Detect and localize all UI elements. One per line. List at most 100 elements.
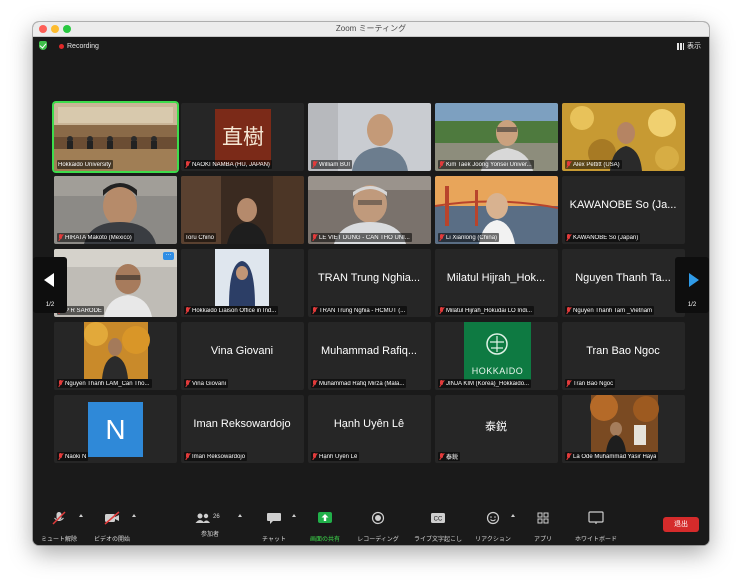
mic-muted-icon xyxy=(566,161,571,168)
page-indicator: 1/2 xyxy=(45,302,55,308)
mic-muted-icon xyxy=(312,161,317,168)
participant-tile[interactable]: … P R SARODE xyxy=(54,249,177,317)
grid-view-icon xyxy=(677,42,684,50)
participant-tile[interactable]: William BUI xyxy=(308,103,431,171)
chat-button[interactable]: チャット xyxy=(259,511,289,543)
participant-name-label: Naoki N xyxy=(57,452,89,461)
participant-tile[interactable]: LE VIET DUNG - CAN THO UNI... xyxy=(308,176,431,244)
previous-page-button[interactable]: 1/2 xyxy=(33,257,67,313)
participants-button[interactable]: 26 参加者 xyxy=(193,511,227,538)
participant-name-label: TRAN Trung Nghia - HCMUT (... xyxy=(311,306,408,315)
participant-display-name: Nguyen Thanh Ta... xyxy=(575,272,671,284)
participant-tile[interactable]: Vina Giovani Vina Giovani xyxy=(181,322,304,390)
video-options-caret[interactable] xyxy=(132,514,136,517)
reactions-button[interactable]: リアクション xyxy=(473,511,513,543)
mic-muted-icon xyxy=(439,380,444,387)
mic-muted-icon xyxy=(312,453,317,460)
participant-tile[interactable]: Li Xianlong (China) xyxy=(435,176,558,244)
video-off-icon xyxy=(104,511,120,525)
next-page-button[interactable]: 1/2 xyxy=(675,257,709,313)
participant-name-label: Toru Chino xyxy=(184,233,217,242)
participant-name-label: Hokkaido University xyxy=(57,160,114,169)
logo-text: HOKKAIDO xyxy=(471,366,524,376)
page-indicator: 1/2 xyxy=(687,302,697,308)
participant-tile[interactable]: Tran Bao Ngoc Tran Bao Ngoc xyxy=(562,322,685,390)
participant-tile[interactable]: Nguyen Thanh LAM_Can Tho... xyxy=(54,322,177,390)
mic-muted-icon xyxy=(185,161,190,168)
participant-tile[interactable]: HOKKAIDO JINJA KIM (Korea)_Hokkaido... xyxy=(435,322,558,390)
participant-display-name: Hạnh Uyên Lê xyxy=(333,418,405,430)
participant-tile[interactable]: La Ode Muhammad Yasir Haya xyxy=(562,395,685,463)
participant-display-name: Tran Bao Ngoc xyxy=(586,345,660,357)
chat-icon xyxy=(267,513,281,524)
participant-tile[interactable]: Alex Pettitt (USA) xyxy=(562,103,685,171)
mic-muted-icon xyxy=(439,234,444,241)
mic-muted-icon xyxy=(566,380,571,387)
participant-tile[interactable]: TRAN Trung Nghia... TRAN Trung Nghia - H… xyxy=(308,249,431,317)
participant-tile[interactable]: Toru Chino xyxy=(181,176,304,244)
avatar: N xyxy=(88,402,143,457)
participant-tile[interactable]: N Naoki N xyxy=(54,395,177,463)
chat-options-caret[interactable] xyxy=(292,514,296,517)
participant-display-name: Iman Reksowardojo xyxy=(193,418,291,430)
whiteboard-button[interactable]: ホワイトボード xyxy=(571,511,621,543)
recording-dot-icon xyxy=(59,43,64,49)
view-button[interactable]: 表示 xyxy=(677,41,701,51)
participants-options-caret[interactable] xyxy=(238,514,242,517)
share-screen-icon xyxy=(318,512,332,523)
participant-name-label: Nguyen Thanh Tam _Vietnam xyxy=(565,306,655,315)
participant-name-label: KAWANOBE So (Japan) xyxy=(565,233,641,242)
zoom-window: Zoom ミーティング Recording 表示 Hokkaido Univer… xyxy=(33,22,709,545)
mic-muted-icon xyxy=(439,161,444,168)
arrow-right-icon xyxy=(689,273,699,287)
mute-button[interactable]: ミュート解除 xyxy=(39,511,79,543)
participant-name-label: Li Xianlong (China) xyxy=(438,233,500,242)
participant-tile[interactable]: Nguyen Thanh Ta... Nguyen Thanh Tam _Vie… xyxy=(562,249,685,317)
share-screen-button[interactable]: 画面の共有 xyxy=(305,511,345,543)
participant-tile[interactable]: Iman Reksowardojo Iman Reksowardojo xyxy=(181,395,304,463)
mic-muted-icon xyxy=(58,380,63,387)
mic-muted-icon xyxy=(185,453,190,460)
participant-name-label: NAOKI NAMBA (HU, JAPAN) xyxy=(184,160,272,169)
participant-display-name: Milatul Hijrah_Hok... xyxy=(446,272,546,284)
participant-tile[interactable]: Hokkaido Liaison Office in Ind... xyxy=(181,249,304,317)
mute-options-caret[interactable] xyxy=(79,514,83,517)
participant-tile[interactable]: Hạnh Uyên Lê Hạnh Uyên Lê xyxy=(308,395,431,463)
participant-name-label: Muhammad Rafiq Mirza (Mala... xyxy=(311,379,407,388)
mic-muted-icon xyxy=(185,380,190,387)
start-video-button[interactable]: ビデオの開始 xyxy=(91,511,133,543)
participant-tile[interactable]: Muhammad Rafiq... Muhammad Rafiq Mirza (… xyxy=(308,322,431,390)
meeting-toolbar: ミュート解除 ビデオの開始 26 参加者 チャット 画面の共有 レコーディング … xyxy=(33,508,709,545)
mic-muted-icon xyxy=(185,307,190,314)
participant-tile[interactable]: Hokkaido University xyxy=(54,103,177,171)
participant-name-label: Hạnh Uyên Lê xyxy=(311,452,360,461)
participant-tile[interactable]: KAWANOBE So (Ja... KAWANOBE So (Japan) xyxy=(562,176,685,244)
participant-name-label: Kim Taek Joong Yonsei Univer... xyxy=(438,160,534,169)
participant-name-label: Vina Giovani xyxy=(184,379,228,388)
live-transcript-button[interactable]: CC ライブ文字起こし xyxy=(409,511,467,543)
mic-muted-icon xyxy=(439,307,444,314)
participant-name-label: Hokkaido Liaison Office in Ind... xyxy=(184,306,279,315)
participant-name-label: William BUI xyxy=(311,160,352,169)
participant-name-label: Tran Bao Ngoc xyxy=(565,379,616,388)
participants-count: 26 xyxy=(213,514,220,520)
participant-name-label: Iman Reksowardojo xyxy=(184,452,248,461)
participant-tile[interactable]: 直樹 NAOKI NAMBA (HU, JAPAN) xyxy=(181,103,304,171)
participant-tile[interactable]: 泰鋭 泰鋭 xyxy=(435,395,558,463)
window-title: Zoom ミーティング xyxy=(335,24,407,33)
record-button[interactable]: レコーディング xyxy=(353,511,403,543)
participant-tile[interactable]: Milatul Hijrah_Hok... Milatul Hijrah_Hok… xyxy=(435,249,558,317)
participant-tile[interactable]: HIRATA Makoto (Mexico) xyxy=(54,176,177,244)
reactions-options-caret[interactable] xyxy=(511,514,515,517)
participant-tile[interactable]: Kim Taek Joong Yonsei Univer... xyxy=(435,103,558,171)
arrow-left-icon xyxy=(44,273,54,287)
participant-name-label: Nguyen Thanh LAM_Can Tho... xyxy=(57,379,152,388)
mic-muted-icon xyxy=(58,234,63,241)
more-options-button[interactable]: … xyxy=(163,251,174,260)
leave-meeting-button[interactable]: 退出 xyxy=(663,517,699,532)
apps-button[interactable]: アプリ xyxy=(529,511,557,543)
participant-display-name: Vina Giovani xyxy=(210,345,274,357)
mic-off-icon xyxy=(52,511,66,525)
mic-muted-icon xyxy=(566,234,571,241)
security-shield-icon[interactable] xyxy=(39,41,47,50)
